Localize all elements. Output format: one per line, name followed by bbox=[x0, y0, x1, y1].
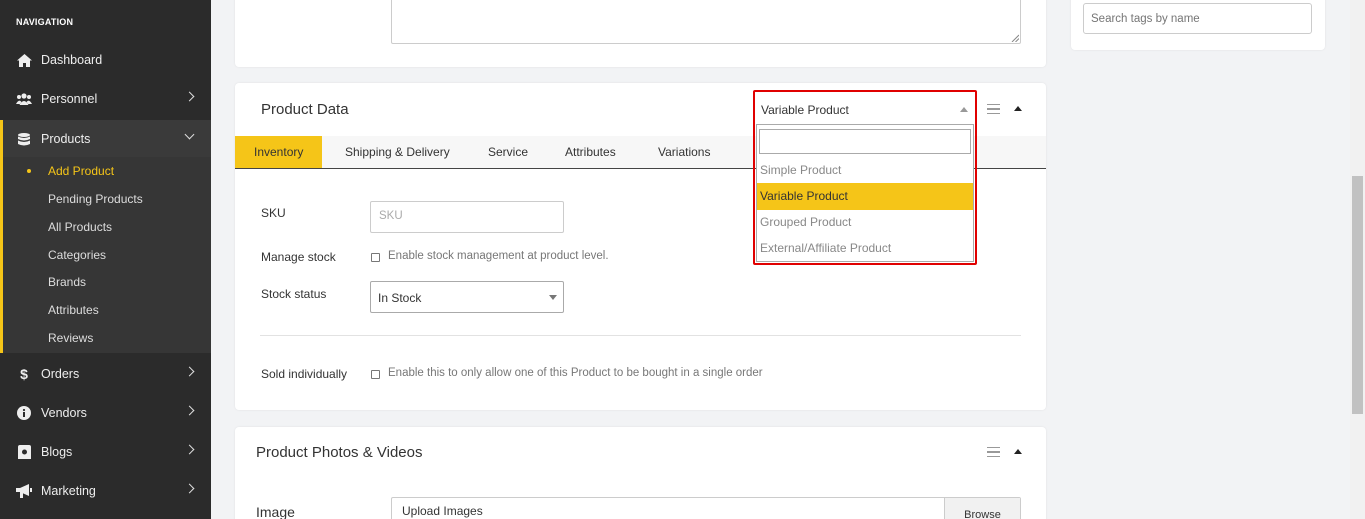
chevron-right-icon bbox=[184, 366, 195, 377]
nav-item-personnel[interactable]: Personnel bbox=[0, 80, 211, 118]
chevron-right-icon bbox=[184, 91, 195, 102]
submenu-item-all-products[interactable]: All Products bbox=[48, 220, 112, 234]
tab-variations[interactable]: Variations bbox=[639, 136, 729, 168]
sku-label: SKU bbox=[261, 206, 286, 220]
page-scrollbar[interactable] bbox=[1350, 0, 1365, 519]
nav-item-vendors[interactable]: Vendors bbox=[0, 394, 211, 432]
submenu-item-pending-products[interactable]: Pending Products bbox=[48, 192, 143, 206]
stock-status-value: In Stock bbox=[378, 291, 422, 305]
product-type-select[interactable]: Variable Product bbox=[757, 94, 974, 124]
tag-search-input[interactable] bbox=[1083, 3, 1312, 34]
manage-stock-label: Manage stock bbox=[261, 250, 336, 264]
tab-attributes[interactable]: Attributes bbox=[546, 136, 635, 168]
manage-stock-text: Enable stock management at product level… bbox=[388, 250, 609, 262]
sidebar: NAVIGATION Dashboard Personnel Products … bbox=[0, 0, 211, 519]
product-type-dropdown: Simple Product Variable Product Grouped … bbox=[756, 124, 974, 262]
stock-status-select[interactable]: In Stock bbox=[370, 281, 564, 313]
nav-label-products: Products bbox=[41, 132, 91, 146]
description-card bbox=[235, 0, 1046, 67]
product-photos-card: Product Photos & Videos Image Upload Ima… bbox=[235, 427, 1046, 519]
nav-label-dashboard: Dashboard bbox=[41, 53, 103, 67]
option-simple-product[interactable]: Simple Product bbox=[757, 157, 973, 184]
sold-individually-checkbox[interactable] bbox=[371, 370, 380, 379]
database-icon bbox=[16, 132, 32, 146]
upload-images-text: Upload Images bbox=[402, 504, 483, 518]
collapse-icon[interactable] bbox=[1014, 449, 1022, 454]
submenu-item-categories[interactable]: Categories bbox=[48, 248, 106, 262]
caret-up-icon bbox=[960, 107, 968, 112]
photos-title: Product Photos & Videos bbox=[256, 444, 423, 461]
blog-icon bbox=[16, 445, 32, 459]
sold-individually-label: Sold individually bbox=[261, 367, 348, 381]
active-dot-icon bbox=[27, 169, 31, 173]
users-icon bbox=[16, 93, 32, 105]
scrollbar-thumb[interactable] bbox=[1352, 176, 1363, 414]
chevron-right-icon bbox=[184, 444, 195, 455]
nav-label-personnel: Personnel bbox=[41, 92, 98, 106]
submenu-item-attributes[interactable]: Attributes bbox=[48, 303, 99, 317]
tab-inventory[interactable]: Inventory bbox=[235, 136, 323, 168]
chevron-right-icon bbox=[184, 405, 195, 416]
submenu-item-brands[interactable]: Brands bbox=[48, 275, 86, 289]
resize-handle-icon[interactable] bbox=[1011, 34, 1019, 42]
tab-shipping-delivery[interactable]: Shipping & Delivery bbox=[326, 136, 469, 168]
caret-down-icon bbox=[549, 295, 557, 300]
nav-item-marketing[interactable]: Marketing bbox=[0, 472, 211, 510]
sold-individually-text: Enable this to only allow one of this Pr… bbox=[388, 367, 763, 379]
drag-handle-icon[interactable] bbox=[987, 104, 1000, 114]
sku-input[interactable]: SKU bbox=[370, 201, 564, 233]
tab-service[interactable]: Service bbox=[469, 136, 547, 168]
stock-status-label: Stock status bbox=[261, 287, 327, 301]
chevron-down-icon bbox=[184, 129, 195, 140]
nav-item-products[interactable]: Products bbox=[0, 120, 211, 158]
upload-images-field[interactable]: Upload Images Browse bbox=[391, 497, 1021, 519]
nav-heading: NAVIGATION bbox=[16, 17, 74, 27]
submenu-item-add-product[interactable]: Add Product bbox=[48, 164, 114, 178]
nav-item-dashboard[interactable]: Dashboard bbox=[0, 41, 211, 79]
product-type-value: Variable Product bbox=[761, 103, 849, 117]
option-external-affiliate-product[interactable]: External/Affiliate Product bbox=[757, 235, 973, 262]
nav-item-orders[interactable]: $ Orders bbox=[0, 355, 211, 393]
tags-card bbox=[1071, 0, 1325, 50]
chevron-right-icon bbox=[184, 483, 195, 494]
description-textarea[interactable] bbox=[391, 0, 1021, 44]
browse-button[interactable]: Browse bbox=[944, 498, 1020, 519]
home-icon bbox=[16, 53, 32, 67]
manage-stock-checkbox[interactable] bbox=[371, 253, 380, 262]
nav-item-blogs[interactable]: Blogs bbox=[0, 433, 211, 471]
product-data-title: Product Data bbox=[261, 101, 349, 118]
products-submenu: Add Product Pending Products All Product… bbox=[0, 157, 211, 353]
nav-label-vendors: Vendors bbox=[41, 406, 87, 420]
megaphone-icon bbox=[16, 484, 32, 498]
nav-label-blogs: Blogs bbox=[41, 445, 73, 459]
dollar-icon: $ bbox=[20, 366, 28, 382]
info-circle-icon bbox=[16, 406, 32, 420]
nav-label-orders: Orders bbox=[41, 367, 80, 381]
nav-label-marketing: Marketing bbox=[41, 484, 96, 498]
option-variable-product[interactable]: Variable Product bbox=[757, 183, 973, 210]
product-type-search-input[interactable] bbox=[759, 129, 971, 154]
option-grouped-product[interactable]: Grouped Product bbox=[757, 209, 973, 236]
image-label: Image bbox=[256, 504, 295, 519]
collapse-icon[interactable] bbox=[1014, 106, 1022, 111]
submenu-item-reviews[interactable]: Reviews bbox=[48, 331, 93, 345]
drag-handle-icon[interactable] bbox=[987, 447, 1000, 457]
divider bbox=[260, 335, 1021, 336]
